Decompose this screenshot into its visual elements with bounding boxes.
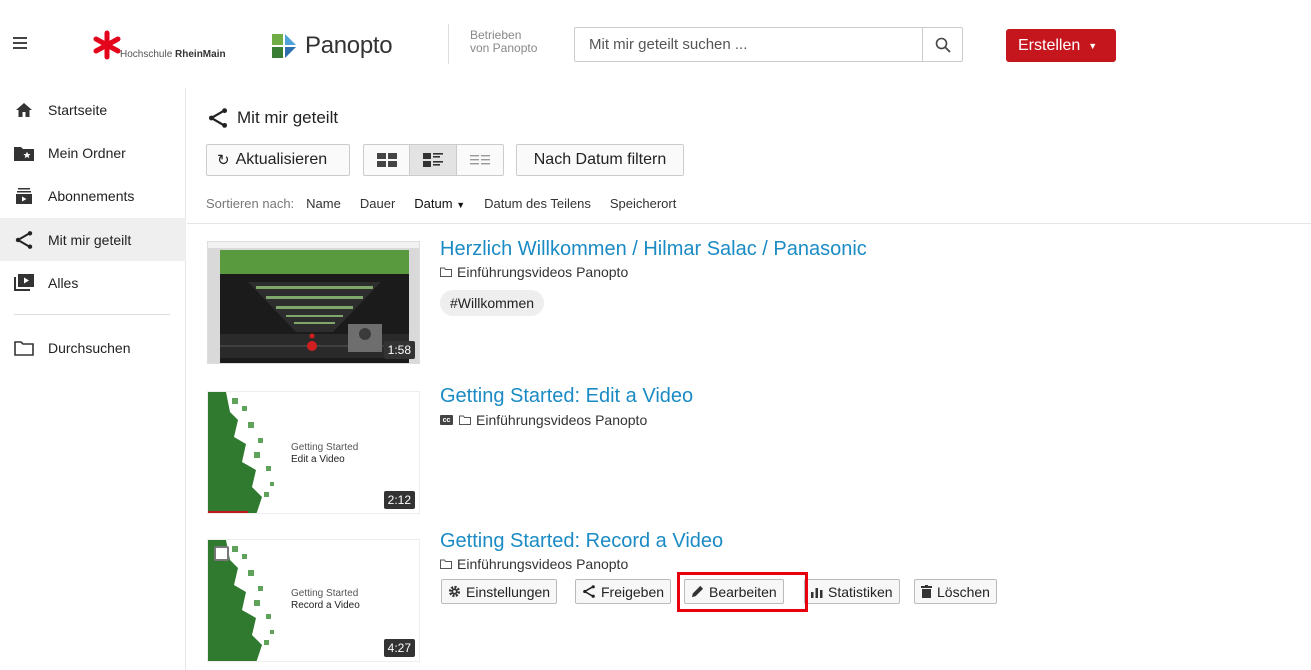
session-title[interactable]: Getting Started: Edit a Video — [440, 385, 693, 408]
folder-icon — [440, 559, 452, 569]
subscriptions-icon — [14, 186, 34, 206]
create-button[interactable]: Erstellen ▼ — [1006, 29, 1116, 62]
folder-icon — [459, 415, 471, 425]
session-folder[interactable]: cc Einführungsvideos Panopto — [440, 412, 647, 428]
search-input[interactable] — [575, 28, 923, 61]
share-icon — [582, 585, 596, 598]
folder-name: Einführungsvideos Panopto — [476, 412, 648, 428]
caret-down-icon: ▼ — [1088, 40, 1098, 51]
sidebar-item-label: Mit mir geteilt — [48, 231, 132, 248]
sidebar-item-label: Startseite — [48, 101, 108, 118]
session-title[interactable]: Getting Started: Record a Video — [440, 530, 723, 553]
grid-view-icon — [376, 153, 397, 167]
list-view-button[interactable] — [457, 145, 503, 175]
sort-divider — [187, 223, 1311, 224]
session-row: Getting Started Record a Video 4:27 Gett… — [187, 530, 1311, 670]
create-button-label: Erstellen — [1018, 36, 1081, 54]
powered-by-text: Betrieben von Panopto — [470, 28, 538, 55]
sort-option-duration[interactable]: Dauer — [360, 196, 395, 211]
session-thumbnail[interactable]: Getting Started Edit a Video 2:12 — [207, 391, 420, 514]
folder-name: Einführungsvideos Panopto — [457, 556, 629, 572]
sidebar-divider — [14, 314, 170, 315]
page-title: Mit mir geteilt — [207, 106, 338, 130]
refresh-icon: ↻ — [217, 152, 230, 169]
starred-folder-icon — [14, 143, 34, 163]
thumbnail-caption: Getting Started Edit a Video — [291, 442, 359, 465]
sidebar-item-label: Mein Ordner — [48, 144, 126, 161]
grid-view-button[interactable] — [364, 145, 411, 175]
sidebar-item-mein-ordner[interactable]: Mein Ordner — [0, 131, 186, 174]
menu-icon[interactable] — [13, 37, 27, 49]
folder-name: Einführungsvideos Panopto — [457, 264, 629, 280]
session-row: Getting Started Edit a Video 2:12 Gettin… — [187, 385, 1311, 515]
gear-icon — [448, 585, 461, 598]
duration-badge: 2:12 — [383, 491, 415, 509]
refresh-button-label: Aktualisieren — [235, 151, 328, 168]
bar-chart-icon — [811, 586, 823, 598]
main-content: Mit mir geteilt ↻ Aktualisieren Nach Dat… — [187, 88, 1311, 670]
closed-captions-icon: cc — [440, 415, 453, 425]
share-label: Freigeben — [601, 583, 665, 600]
home-icon — [14, 100, 34, 120]
share-icon — [14, 230, 34, 250]
duration-badge: 1:58 — [383, 341, 415, 359]
list-view-icon — [469, 155, 490, 165]
sort-option-share-date[interactable]: Datum des Teilens — [484, 196, 591, 211]
folder-icon — [14, 338, 34, 358]
panopto-mark-icon — [272, 34, 296, 58]
highlight-annotation-box — [677, 572, 808, 612]
folder-icon — [440, 267, 452, 277]
playlist-icon — [14, 273, 34, 293]
sort-option-location[interactable]: Speicherort — [610, 196, 676, 211]
search-icon — [935, 37, 951, 53]
session-tag[interactable]: #Willkommen — [440, 290, 545, 316]
hsrm-star-icon — [93, 30, 121, 60]
detail-view-button[interactable] — [410, 145, 457, 175]
header-divider — [448, 24, 449, 64]
delete-button[interactable]: Löschen — [914, 579, 997, 604]
session-row: 1:58 Herzlich Willkommen / Hilmar Salac … — [187, 238, 1311, 364]
hsrm-logo[interactable]: Hochschule RheinMain — [92, 30, 262, 64]
sidebar-item-label: Durchsuchen — [48, 339, 131, 356]
sidebar: Startseite Mein Ordner Abonnements Mit m… — [0, 88, 186, 670]
session-thumbnail[interactable]: Getting Started Record a Video 4:27 — [207, 539, 420, 662]
sidebar-item-label: Abonnements — [48, 187, 135, 204]
refresh-button[interactable]: ↻ Aktualisieren — [206, 144, 350, 176]
sidebar-item-startseite[interactable]: Startseite — [0, 88, 186, 131]
sidebar-item-mit-mir-geteilt[interactable]: Mit mir geteilt — [0, 218, 186, 261]
sidebar-item-durchsuchen[interactable]: Durchsuchen — [0, 326, 186, 369]
settings-label: Einstellungen — [466, 583, 551, 600]
panopto-wordmark: Panopto — [305, 32, 393, 59]
sidebar-item-label: Alles — [48, 274, 79, 291]
sort-label: Sortieren nach: — [206, 196, 295, 211]
statistics-label: Statistiken — [828, 583, 893, 600]
sort-caret-down-icon: ▼ — [456, 200, 466, 210]
hsrm-logo-text: Hochschule RheinMain — [120, 49, 226, 60]
session-folder[interactable]: Einführungsvideos Panopto — [440, 264, 628, 280]
search-button[interactable] — [922, 28, 962, 61]
session-title[interactable]: Herzlich Willkommen / Hilmar Salac / Pan… — [440, 238, 867, 261]
sort-option-date[interactable]: Datum ▼ — [414, 196, 465, 211]
page-title-text: Mit mir geteilt — [237, 108, 339, 127]
session-select-checkbox[interactable] — [214, 546, 229, 561]
sort-bar: Sortieren nach: Name Dauer Datum ▼ Datum… — [206, 196, 695, 211]
date-filter-button[interactable]: Nach Datum filtern — [516, 144, 684, 176]
trash-icon — [921, 585, 932, 598]
statistics-button[interactable]: Statistiken — [804, 579, 900, 604]
sort-option-name[interactable]: Name — [306, 196, 341, 211]
top-header: Hochschule RheinMain Panopto Betrieben v… — [0, 0, 1311, 88]
thumbnail-caption: Getting Started Record a Video — [291, 588, 360, 611]
session-thumbnail[interactable]: 1:58 — [207, 241, 420, 364]
share-icon — [208, 108, 228, 128]
search-box — [574, 27, 963, 62]
sidebar-item-alles[interactable]: Alles — [0, 261, 186, 304]
share-button[interactable]: Freigeben — [575, 579, 672, 604]
session-folder[interactable]: Einführungsvideos Panopto — [440, 556, 628, 572]
detail-view-icon — [423, 153, 444, 167]
delete-label: Löschen — [937, 583, 990, 600]
duration-badge: 4:27 — [383, 639, 415, 657]
sidebar-item-abonnements[interactable]: Abonnements — [0, 174, 186, 217]
settings-button[interactable]: Einstellungen — [441, 579, 558, 604]
view-mode-toggle — [363, 144, 504, 176]
